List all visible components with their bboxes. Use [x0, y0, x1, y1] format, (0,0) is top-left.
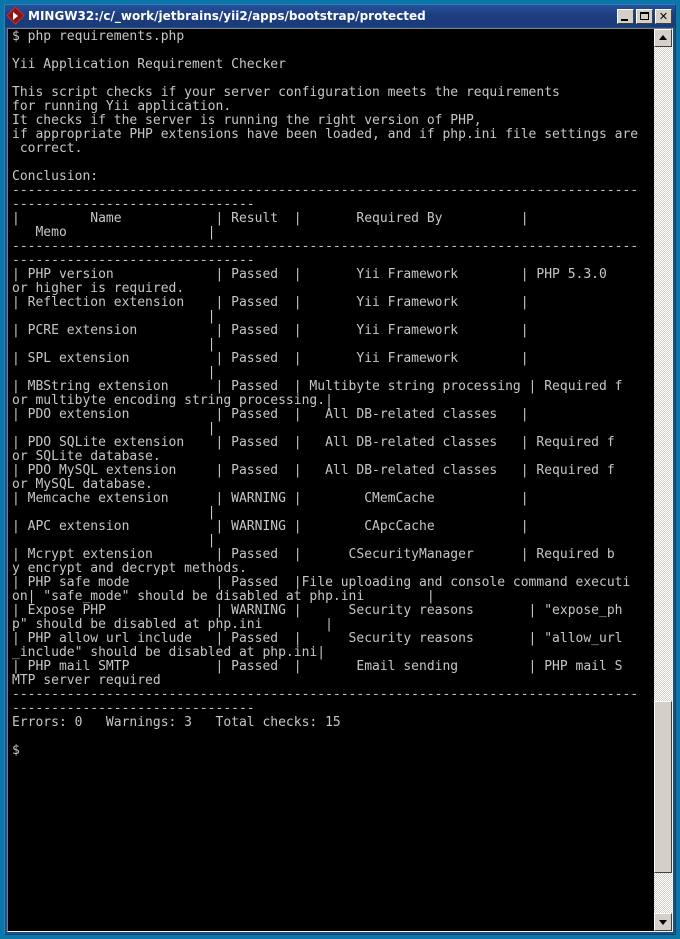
terminal-window: MINGW32:/c/_work/jetbrains/yii2/apps/boo…	[0, 0, 680, 939]
chevron-up-icon	[659, 35, 667, 40]
console-output-surface[interactable]: $ php requirements.php Yii Application R…	[8, 29, 654, 931]
console-text: $ php requirements.php Yii Application R…	[12, 29, 639, 758]
minimize-button[interactable]	[617, 8, 634, 24]
close-button[interactable]: ✕	[655, 8, 672, 24]
vertical-scrollbar[interactable]	[654, 29, 672, 931]
console-client-area: $ php requirements.php Yii Application R…	[7, 28, 673, 932]
chevron-down-icon	[659, 920, 667, 925]
scrollbar-thumb[interactable]	[654, 701, 672, 873]
scroll-up-button[interactable]	[654, 29, 672, 47]
title-bar[interactable]: MINGW32:/c/_work/jetbrains/yii2/apps/boo…	[5, 5, 675, 27]
mingw-diamond-icon	[6, 6, 25, 25]
maximize-button[interactable]	[636, 8, 653, 24]
window-controls: ✕	[617, 8, 673, 24]
close-icon: ✕	[658, 9, 669, 23]
window-title: MINGW32:/c/_work/jetbrains/yii2/apps/boo…	[28, 9, 426, 23]
window-frame-inner: MINGW32:/c/_work/jetbrains/yii2/apps/boo…	[4, 4, 676, 935]
scroll-down-button[interactable]	[654, 913, 672, 931]
